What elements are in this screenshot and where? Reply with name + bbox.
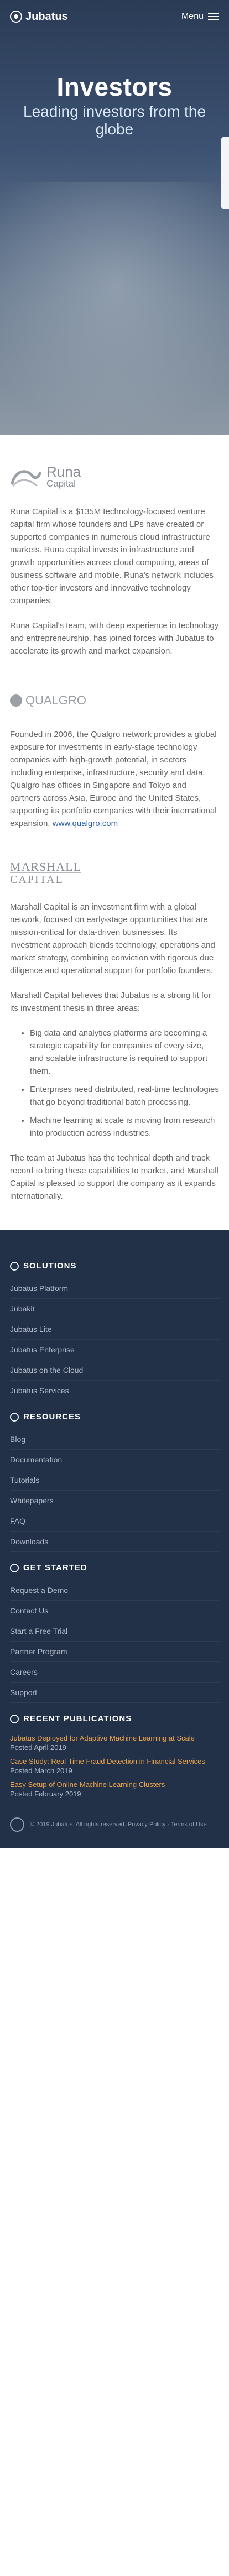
hero-banner: Investors Leading investors from the glo… — [0, 0, 229, 435]
publication-title[interactable]: Case Study: Real-Time Fraud Detection in… — [10, 1757, 205, 1765]
footer-heading: GET STARTED — [10, 1563, 219, 1572]
footer-link[interactable]: Support — [10, 1683, 219, 1703]
publication-item[interactable]: Easy Setup of Online Machine Learning Cl… — [10, 1778, 219, 1801]
investor-runa-capital: Runa Capital Runa Capital is a $135M tec… — [0, 461, 229, 657]
footer-logo-icon — [10, 1817, 24, 1832]
qualgro-logo-text: QUALGRO — [10, 693, 86, 708]
circle-icon — [10, 1261, 19, 1271]
menu-label: Menu — [181, 12, 204, 21]
footer-link[interactable]: Jubatus Services — [10, 1381, 219, 1401]
site-logo-text: Jubatus — [25, 10, 68, 23]
footer-link[interactable]: Documentation — [10, 1450, 219, 1470]
circle-icon — [10, 1714, 19, 1723]
footer-link[interactable]: Jubatus Platform — [10, 1278, 219, 1299]
publication-date: Posted March 2019 — [10, 1767, 72, 1775]
runa-logo-sub: Capital — [46, 478, 76, 489]
list-item: Machine learning at scale is moving from… — [30, 1114, 219, 1140]
marshall-paragraph: Marshall Capital is an investment firm w… — [10, 902, 215, 975]
publication-date: Posted February 2019 — [10, 1790, 81, 1798]
marshall-paragraph: Marshall Capital believes that Jubatus i… — [10, 991, 211, 1013]
footer-heading: RECENT PUBLICATIONS — [10, 1714, 219, 1723]
runa-paragraph: Runa Capital is a $135M technology-focus… — [10, 507, 214, 605]
publication-date: Posted April 2019 — [10, 1743, 66, 1752]
footer-link[interactable]: Partner Program — [10, 1642, 219, 1662]
copyright-text: © 2019 Jubatus. All rights reserved. Pri… — [30, 1821, 207, 1828]
footer-heading-label: RECENT PUBLICATIONS — [23, 1714, 132, 1723]
runa-logo-text: Runa Capital — [46, 464, 81, 490]
list-item: Big data and analytics platforms are bec… — [30, 1027, 219, 1078]
publication-title[interactable]: Easy Setup of Online Machine Learning Cl… — [10, 1780, 165, 1789]
marshall-closing-paragraph: The team at Jubatus has the technical de… — [10, 1153, 218, 1201]
jubatus-logo-icon — [10, 11, 22, 23]
footer-link[interactable]: Jubatus Enterprise — [10, 1340, 219, 1360]
footer-section-get-started: GET STARTED Request a Demo Contact Us St… — [10, 1563, 219, 1703]
marshall-logo-line2: CAPITAL — [10, 872, 82, 885]
footer-section-solutions: SOLUTIONS Jubatus Platform Jubakit Jubat… — [10, 1261, 219, 1401]
footer-link[interactable]: Downloads — [10, 1532, 219, 1552]
footer-link[interactable]: Jubatus Lite — [10, 1319, 219, 1340]
list-item: Enterprises need distributed, real-time … — [30, 1083, 219, 1109]
qualgro-logo-icon — [10, 694, 22, 707]
side-tab-handle[interactable] — [221, 137, 229, 209]
footer-link[interactable]: Start a Free Trial — [10, 1621, 219, 1642]
qualgro-paragraph-text: Founded in 2006, the Qualgro network pro… — [10, 730, 217, 828]
footer-heading-label: GET STARTED — [23, 1563, 87, 1572]
footer-link[interactable]: Request a Demo — [10, 1580, 219, 1601]
footer-heading-label: SOLUTIONS — [23, 1261, 77, 1271]
footer-section-publications: RECENT PUBLICATIONS Jubatus Deployed for… — [10, 1714, 219, 1801]
marshall-thesis-list: Big data and analytics platforms are bec… — [30, 1027, 219, 1140]
footer-heading-label: RESOURCES — [23, 1412, 81, 1422]
footer-link[interactable]: Whitepapers — [10, 1491, 219, 1511]
copyright-bar: © 2019 Jubatus. All rights reserved. Pri… — [10, 1817, 219, 1832]
marshall-logo-line1: MARSHALL — [10, 859, 82, 874]
footer-link[interactable]: Contact Us — [10, 1601, 219, 1621]
runa-paragraph: Runa Capital's team, with deep experienc… — [10, 621, 219, 656]
investor-qualgro: QUALGRO Founded in 2006, the Qualgro net… — [0, 684, 229, 830]
footer-link[interactable]: Tutorials — [10, 1470, 219, 1491]
qualgro-logo: QUALGRO — [10, 684, 219, 717]
publication-title[interactable]: Jubatus Deployed for Adaptive Machine Le… — [10, 1734, 195, 1742]
footer-link[interactable]: Jubakit — [10, 1299, 219, 1319]
circle-icon — [10, 1412, 19, 1422]
qualgro-logo-name: QUALGRO — [25, 693, 87, 707]
publication-item[interactable]: Jubatus Deployed for Adaptive Machine Le… — [10, 1731, 219, 1754]
marshall-capital-logo: MARSHALL CAPITAL — [10, 856, 219, 890]
top-navigation-bar: Jubatus Menu — [0, 0, 229, 33]
menu-button[interactable]: Menu — [181, 12, 219, 22]
publication-item[interactable]: Case Study: Real-Time Fraud Detection in… — [10, 1754, 219, 1778]
footer-link[interactable]: Jubatus on the Cloud — [10, 1360, 219, 1381]
runa-logo-icon — [11, 470, 41, 487]
site-logo[interactable]: Jubatus — [10, 11, 68, 23]
footer-heading: RESOURCES — [10, 1412, 219, 1422]
qualgro-paragraph: Founded in 2006, the Qualgro network pro… — [10, 728, 219, 830]
hero-title: Investors — [56, 72, 173, 101]
runa-capital-logo: Runa Capital — [10, 461, 219, 494]
hero-subtitle: Leading investors from the globe — [23, 103, 206, 138]
footer-link[interactable]: FAQ — [10, 1511, 219, 1532]
circle-icon — [10, 1563, 19, 1572]
footer-section-resources: RESOURCES Blog Documentation Tutorials W… — [10, 1412, 219, 1552]
site-footer: SOLUTIONS Jubatus Platform Jubakit Jubat… — [0, 1230, 229, 1848]
footer-link[interactable]: Blog — [10, 1429, 219, 1450]
marshall-logo-text: MARSHALL CAPITAL — [10, 859, 82, 885]
investor-marshall-capital: MARSHALL CAPITAL Marshall Capital is an … — [0, 856, 229, 1203]
footer-heading: SOLUTIONS — [10, 1261, 219, 1271]
qualgro-website-link[interactable]: www.qualgro.com — [53, 819, 118, 828]
hamburger-icon — [208, 13, 219, 20]
footer-link[interactable]: Careers — [10, 1662, 219, 1683]
